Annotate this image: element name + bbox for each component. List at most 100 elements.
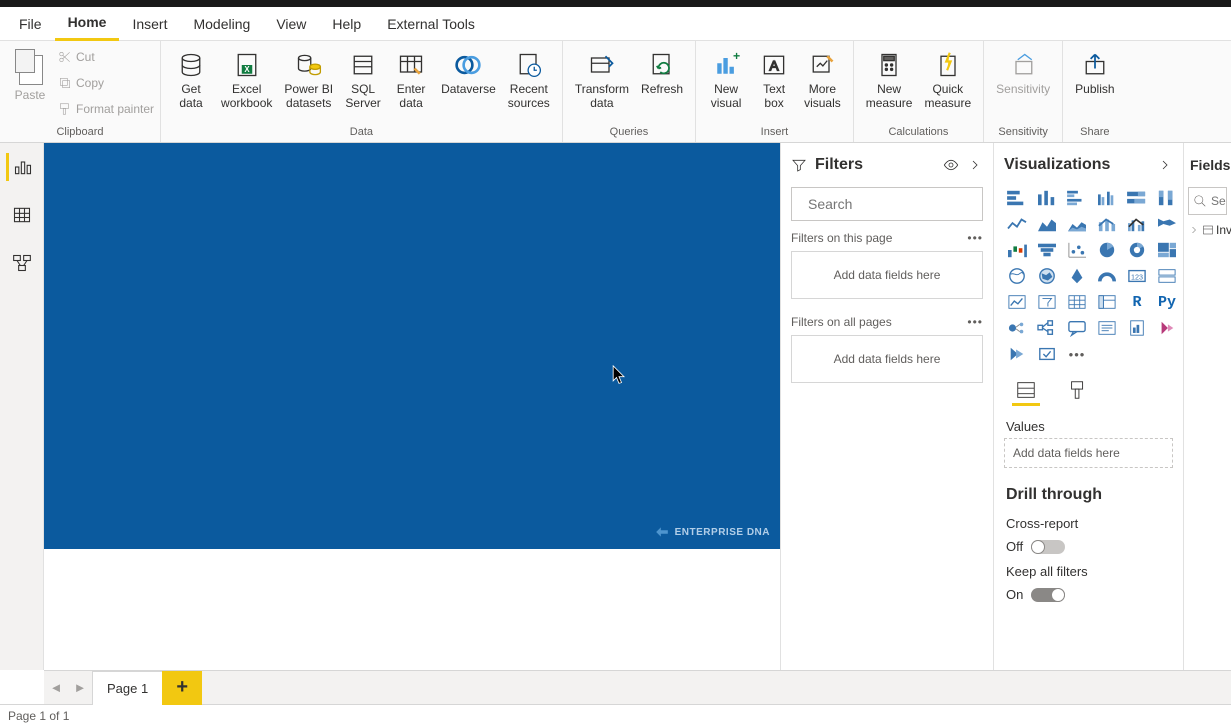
viz-more-options[interactable]: ••• (1064, 343, 1090, 365)
viz-clustered-column[interactable] (1094, 187, 1120, 209)
viz-values-dropzone[interactable]: Add data fields here (1004, 438, 1173, 468)
enter-data-button[interactable]: Enter data (387, 45, 435, 111)
viz-stacked-bar[interactable] (1004, 187, 1030, 209)
recent-sources-button[interactable]: Recent sources (502, 45, 556, 111)
viz-clustered-bar[interactable] (1064, 187, 1090, 209)
sql-server-button[interactable]: SQL Server (339, 45, 387, 111)
paste-button[interactable]: Paste (6, 45, 54, 103)
viz-qa[interactable] (1064, 317, 1090, 339)
eye-icon[interactable] (943, 157, 959, 173)
text-box-button[interactable]: A Text box (750, 45, 798, 111)
viz-map[interactable] (1004, 265, 1030, 287)
viz-ribbon[interactable] (1154, 213, 1180, 235)
calculations-group-label: Calculations (888, 126, 948, 140)
chevron-right-icon[interactable] (1157, 157, 1173, 173)
menu-home[interactable]: Home (55, 7, 120, 41)
keep-filters-toggle[interactable] (1031, 588, 1065, 602)
page-prev-button[interactable]: ◄ (44, 671, 68, 705)
new-measure-button[interactable]: New measure (860, 45, 919, 111)
viz-line[interactable] (1004, 213, 1030, 235)
refresh-button[interactable]: Refresh (635, 45, 689, 97)
menu-view[interactable]: View (263, 7, 319, 41)
dataverse-button[interactable]: Dataverse (435, 45, 502, 97)
filters-page-more-icon[interactable]: ••• (967, 231, 983, 245)
viz-multi-row-card[interactable] (1154, 265, 1180, 287)
viz-waterfall[interactable] (1004, 239, 1030, 261)
more-visuals-button[interactable]: More visuals (798, 45, 847, 111)
clipboard-group-label: Clipboard (56, 126, 103, 140)
viz-filled-map[interactable] (1034, 265, 1060, 287)
cross-report-toggle[interactable] (1031, 540, 1065, 554)
excel-workbook-button[interactable]: X Excel workbook (215, 45, 278, 111)
viz-custom[interactable] (1034, 343, 1060, 365)
filters-page-dropzone[interactable]: Add data fields here (791, 251, 983, 299)
viz-power-apps[interactable] (1154, 317, 1180, 339)
viz-power-automate[interactable] (1004, 343, 1030, 365)
fields-table-row[interactable]: Inv (1184, 215, 1231, 245)
svg-text:+: + (733, 51, 740, 63)
filters-search[interactable] (791, 187, 983, 221)
viz-slicer[interactable] (1034, 291, 1060, 313)
viz-decomposition-tree[interactable] (1034, 317, 1060, 339)
page-tab-1[interactable]: Page 1 (92, 671, 163, 705)
viz-100-stacked-column[interactable] (1154, 187, 1180, 209)
viz-donut[interactable] (1124, 239, 1150, 261)
viz-funnel[interactable] (1034, 239, 1060, 261)
copy-button[interactable]: Copy (58, 71, 154, 95)
viz-python[interactable]: Py (1154, 291, 1180, 313)
viz-gauge[interactable] (1094, 265, 1120, 287)
viz-area[interactable] (1034, 213, 1060, 235)
format-painter-button[interactable]: Format painter (58, 97, 154, 121)
svg-text:A: A (769, 57, 779, 73)
add-page-button[interactable]: + (162, 671, 202, 705)
filters-all-label: Filters on all pages (791, 315, 892, 329)
chevron-right-icon[interactable] (967, 157, 983, 173)
viz-pie[interactable] (1094, 239, 1120, 261)
menu-modeling[interactable]: Modeling (180, 7, 263, 41)
viz-format-tab[interactable] (1064, 379, 1092, 407)
get-data-button[interactable]: Get data (167, 45, 215, 111)
menu-help[interactable]: Help (319, 7, 374, 41)
viz-azure-map[interactable] (1064, 265, 1090, 287)
queries-group-label: Queries (610, 126, 649, 140)
pbi-datasets-button[interactable]: Power BI datasets (278, 45, 339, 111)
viz-treemap[interactable] (1154, 239, 1180, 261)
viz-line-clustered-column[interactable] (1124, 213, 1150, 235)
viz-stacked-area[interactable] (1064, 213, 1090, 235)
sensitivity-group-label: Sensitivity (998, 126, 1048, 140)
filters-all-more-icon[interactable]: ••• (967, 315, 983, 329)
menu-external-tools[interactable]: External Tools (374, 7, 488, 41)
viz-smart-narrative[interactable] (1094, 317, 1120, 339)
viz-100-stacked-bar[interactable] (1124, 187, 1150, 209)
sensitivity-button[interactable]: Sensitivity (990, 45, 1056, 97)
data-view-button[interactable] (8, 201, 36, 229)
model-view-button[interactable] (8, 249, 36, 277)
viz-fields-tab[interactable] (1012, 379, 1040, 407)
viz-key-influencers[interactable] (1004, 317, 1030, 339)
menu-file[interactable]: File (6, 7, 55, 41)
transform-data-button[interactable]: Transform data (569, 45, 635, 111)
page-next-button[interactable]: ► (68, 671, 92, 705)
viz-line-stacked-column[interactable] (1094, 213, 1120, 235)
publish-button[interactable]: Publish (1069, 45, 1120, 97)
viz-stacked-column[interactable] (1034, 187, 1060, 209)
viz-r-script[interactable]: R (1124, 291, 1150, 313)
new-visual-button[interactable]: + New visual (702, 45, 750, 111)
report-canvas[interactable]: ENTERPRISE DNA (44, 143, 780, 549)
filters-all-dropzone[interactable]: Add data fields here (791, 335, 983, 383)
fields-search-input[interactable] (1211, 194, 1227, 208)
viz-table[interactable] (1064, 291, 1090, 313)
viz-card[interactable]: 123 (1124, 265, 1150, 287)
viz-scatter[interactable] (1064, 239, 1090, 261)
menu-insert[interactable]: Insert (119, 7, 180, 41)
cut-button[interactable]: Cut (58, 45, 154, 69)
report-view-button[interactable] (6, 153, 34, 181)
viz-kpi[interactable] (1004, 291, 1030, 313)
quick-measure-button[interactable]: Quick measure (918, 45, 977, 111)
paste-icon (15, 49, 45, 87)
viz-matrix[interactable] (1094, 291, 1120, 313)
fields-panel: Fields Inv (1183, 143, 1231, 670)
filters-search-input[interactable] (808, 196, 989, 212)
viz-paginated-report[interactable] (1124, 317, 1150, 339)
fields-search[interactable] (1188, 187, 1227, 215)
